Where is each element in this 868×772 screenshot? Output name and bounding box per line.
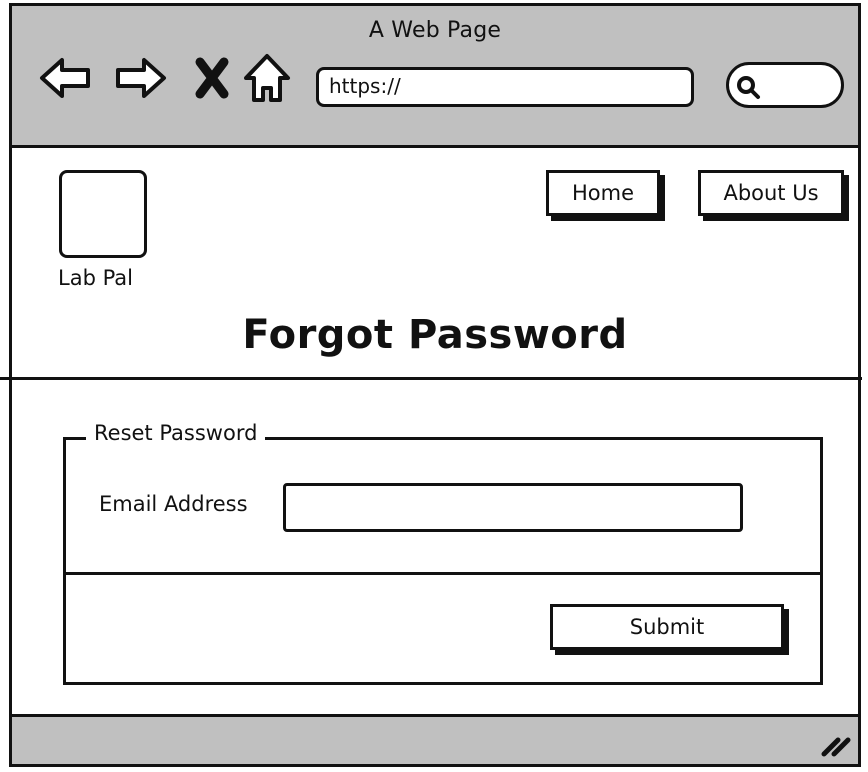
search-icon [737,76,760,99]
submit-button[interactable]: Submit [550,604,784,650]
browser-search-box[interactable] [726,62,844,108]
nav-about-us-button[interactable]: About Us [698,170,844,216]
page-title: Forgot Password [242,312,628,358]
window-title: A Web Page [368,18,502,43]
browser-toolbar: A Web Page https:// [12,6,858,148]
browser-window: A Web Page https:// Lab Pal Home About U… [0,3,862,767]
home-icon[interactable] [242,50,292,106]
email-label: Email Address [99,492,248,516]
site-logo[interactable] [59,170,147,258]
resize-grip-icon[interactable] [818,728,852,758]
nav-home-button[interactable]: Home [546,170,660,216]
url-bar[interactable]: https:// [316,67,694,107]
forward-arrow-icon[interactable] [112,50,168,106]
close-x-icon[interactable] [192,50,232,106]
fieldset-legend: Reset Password [86,421,266,445]
email-field[interactable] [283,483,743,532]
back-arrow-icon[interactable] [38,50,94,106]
url-text: https:// [329,74,401,98]
site-logo-label: Lab Pal [58,266,133,290]
header-divider [0,377,862,380]
fieldset-divider [66,572,820,575]
status-bar [12,714,858,764]
